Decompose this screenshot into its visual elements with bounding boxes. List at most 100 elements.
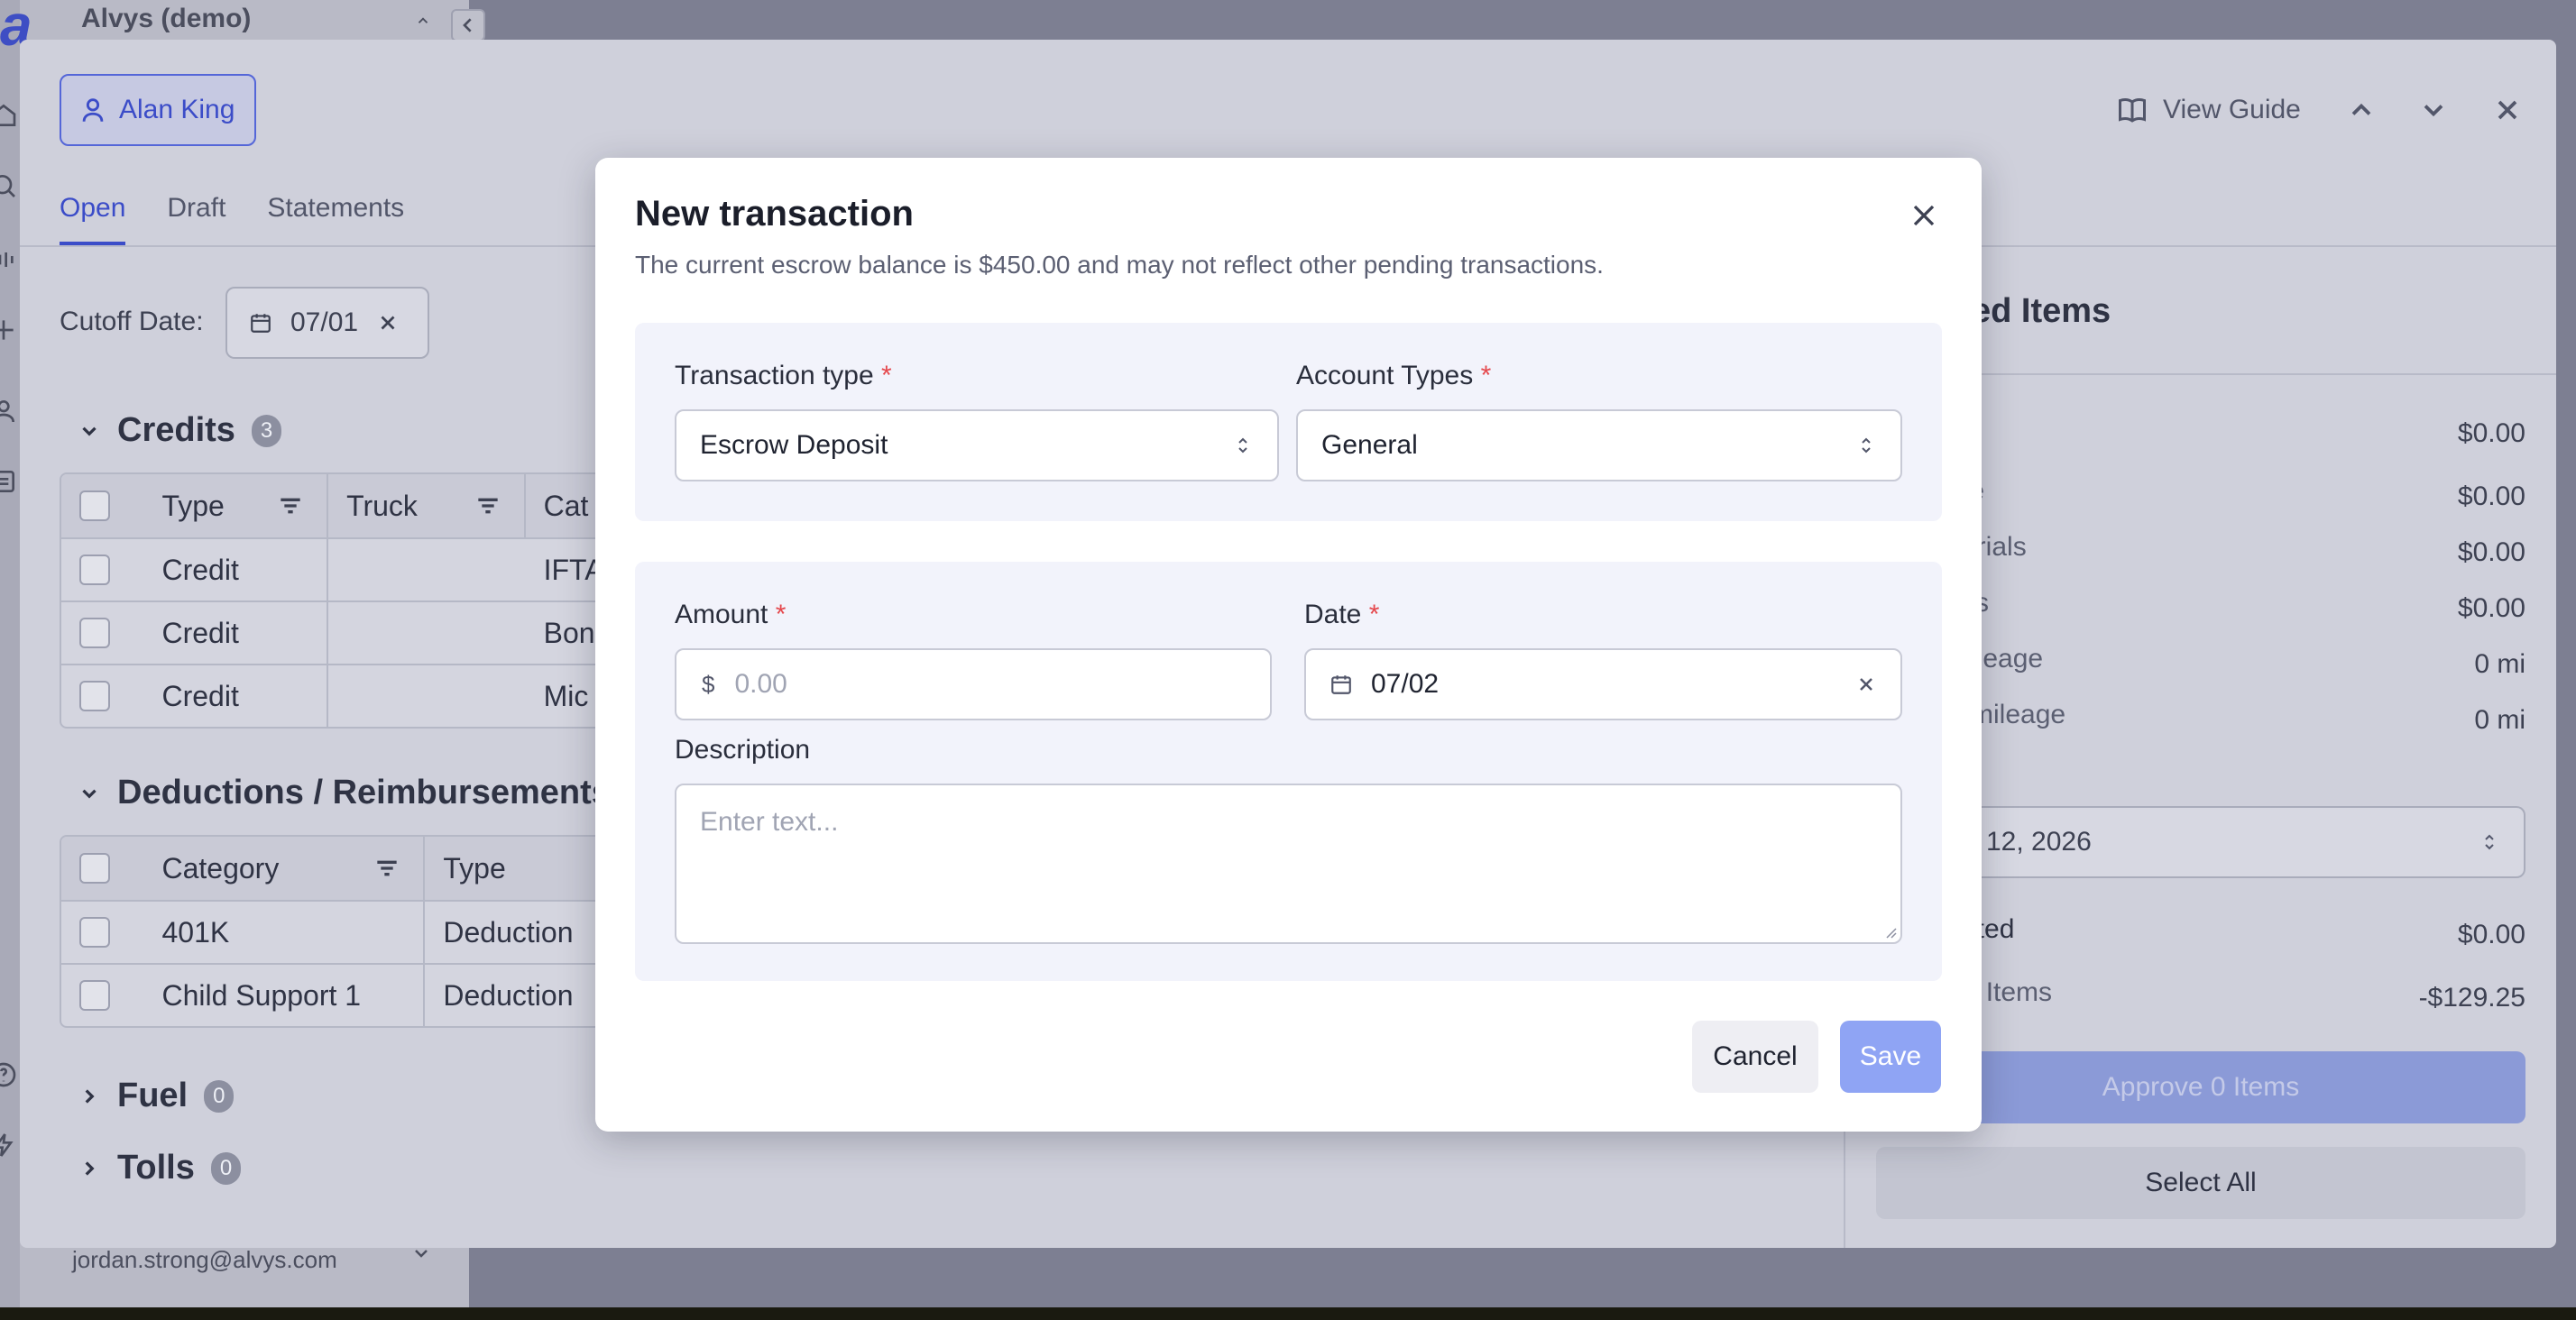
amount-input[interactable]: $ 0.00: [675, 648, 1272, 720]
cutoff-date-field[interactable]: 07/01: [225, 287, 429, 359]
cell-type: Deduction: [443, 978, 574, 1012]
lightning-icon[interactable]: [0, 1131, 18, 1160]
row-checkbox[interactable]: [79, 618, 110, 648]
escrow-balance-note: The current escrow balance is $450.00 an…: [635, 251, 1604, 279]
filter-icon[interactable]: [373, 854, 401, 883]
deductions-section-header[interactable]: Deductions / Reimbursements: [78, 774, 611, 812]
select-all-button[interactable]: Select All: [1876, 1147, 2525, 1219]
date-value: 07/02: [1371, 669, 1440, 699]
chevron-up-icon[interactable]: [2345, 94, 2378, 126]
calendar-icon: [1331, 675, 1351, 694]
cell-truck: [328, 602, 526, 664]
driver-name: Alan King: [119, 95, 235, 124]
cell-category: Child Support 1: [143, 965, 426, 1026]
chevron-down-icon[interactable]: [2417, 94, 2450, 126]
chevron-up-icon[interactable]: [415, 13, 431, 29]
description-textarea[interactable]: Enter text...: [675, 784, 1902, 944]
period-value: 12, 2026: [1986, 827, 2092, 857]
summary-value: 0 mi: [2474, 705, 2525, 735]
column-header[interactable]: Type: [443, 852, 505, 885]
tolls-section-header[interactable]: Tolls 0: [78, 1149, 242, 1187]
chevron-updown-icon: [1862, 437, 1871, 454]
table-row[interactable]: Child Support 1 Deduction: [61, 963, 617, 1026]
collapse-sidebar-button[interactable]: [451, 9, 485, 41]
amount-placeholder: 0.00: [734, 669, 787, 699]
transaction-type-value: Escrow Deposit: [700, 430, 888, 460]
deductions-title: Deductions / Reimbursements: [117, 774, 611, 811]
cell-type: Deduction: [443, 915, 574, 949]
row-checkbox[interactable]: [79, 980, 110, 1011]
chevron-right-icon: [85, 1088, 95, 1104]
view-guide-button[interactable]: View Guide: [2116, 94, 2301, 126]
cell-category: 401K: [143, 902, 426, 963]
required-marker: *: [1368, 600, 1380, 629]
chevron-down-icon: [82, 426, 97, 436]
account-types-select[interactable]: General: [1296, 409, 1902, 481]
tolls-title: Tolls: [117, 1149, 195, 1187]
deductions-table: Category Type 401K Deduction Child Suppo…: [60, 835, 619, 1028]
required-marker: *: [775, 600, 787, 629]
cancel-button[interactable]: Cancel: [1692, 1021, 1818, 1093]
fuel-section-header[interactable]: Fuel 0: [78, 1077, 235, 1115]
view-guide-label: View Guide: [2163, 95, 2301, 124]
plus-icon[interactable]: [0, 316, 18, 344]
currency-symbol: $: [702, 670, 715, 698]
billing-icon[interactable]: [0, 467, 18, 496]
credits-table: Type Truck Cat Credit IFTA Credit Bon Cr…: [60, 472, 619, 729]
amount-label: Amount *: [675, 600, 787, 629]
description-label: Description: [675, 735, 811, 765]
table-row[interactable]: 401K Deduction: [61, 900, 617, 963]
row-checkbox[interactable]: [79, 681, 110, 711]
resize-grip-icon[interactable]: [1882, 924, 1897, 939]
org-name[interactable]: Alvys (demo): [81, 4, 251, 34]
activity-icon[interactable]: [0, 245, 18, 274]
table-row[interactable]: Credit IFTA: [61, 537, 617, 600]
transaction-type-select[interactable]: Escrow Deposit: [675, 409, 1279, 481]
row-checkbox[interactable]: [79, 917, 110, 948]
help-icon[interactable]: [0, 1060, 18, 1089]
clear-icon[interactable]: [1855, 674, 1877, 695]
driver-chip[interactable]: Alan King: [60, 74, 256, 146]
table-row[interactable]: Credit Mic: [61, 664, 617, 727]
tab-draft[interactable]: Draft: [167, 193, 225, 245]
calendar-icon: [251, 314, 271, 333]
table-row[interactable]: Credit Bon: [61, 600, 617, 664]
credits-section-header[interactable]: Credits 3: [78, 411, 282, 450]
transaction-type-label: Transaction type *: [675, 361, 892, 390]
close-icon[interactable]: [2491, 94, 2524, 126]
select-all-checkbox[interactable]: [79, 490, 110, 521]
row-checkbox[interactable]: [79, 555, 110, 585]
column-header[interactable]: Type: [161, 490, 224, 523]
column-header[interactable]: Truck: [346, 490, 418, 523]
clear-icon[interactable]: [376, 311, 400, 335]
search-icon[interactable]: [0, 171, 18, 200]
cell-truck: [328, 665, 526, 727]
date-input[interactable]: 07/02: [1304, 648, 1902, 720]
users-icon[interactable]: [0, 397, 18, 426]
column-header[interactable]: Cat: [544, 490, 589, 523]
cell-truck: [328, 539, 526, 600]
table-header-row: Type Truck Cat: [61, 474, 617, 537]
save-button[interactable]: Save: [1840, 1021, 1941, 1093]
tab-statements[interactable]: Statements: [267, 193, 404, 245]
credits-title: Credits: [117, 411, 235, 449]
close-icon[interactable]: [1906, 197, 1942, 234]
pending-value: -$129.25: [2418, 983, 2525, 1013]
cutoff-date-label: Cutoff Date:: [60, 307, 204, 336]
description-placeholder: Enter text...: [700, 807, 839, 837]
chevron-updown-icon: [1238, 437, 1247, 454]
fuel-title: Fuel: [117, 1077, 189, 1114]
column-header[interactable]: Category: [161, 852, 279, 885]
new-transaction-dialog: New transaction The current escrow balan…: [595, 158, 1982, 1132]
tab-open[interactable]: Open: [60, 193, 126, 245]
filter-icon[interactable]: [474, 491, 502, 520]
amount-fields-group: Amount * $ 0.00 Date * 07/02 Description…: [635, 562, 1942, 981]
home-icon[interactable]: [0, 101, 18, 130]
select-all-checkbox[interactable]: [79, 853, 110, 884]
type-fields-group: Transaction type * Escrow Deposit Accoun…: [635, 323, 1942, 521]
user-email[interactable]: jordan.strong@alvys.com: [72, 1246, 337, 1274]
filter-icon[interactable]: [276, 491, 305, 520]
summary-value: 0 mi: [2474, 649, 2525, 679]
fuel-count-badge: 0: [204, 1079, 235, 1113]
book-icon: [2119, 98, 2146, 123]
